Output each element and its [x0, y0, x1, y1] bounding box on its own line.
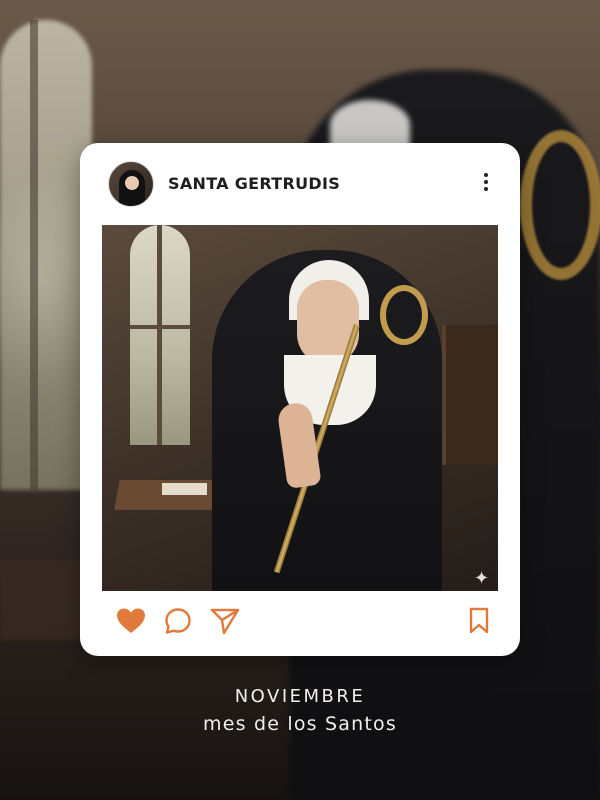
caption: NOVIEMBRE mes de los Santos [0, 684, 600, 738]
background-crozier [520, 130, 600, 280]
bookmark-icon[interactable] [468, 607, 490, 640]
image-crozier-crook [380, 285, 428, 345]
post-image: ✦ [102, 225, 498, 591]
post-username[interactable]: SANTA GERTRUDIS [168, 174, 340, 193]
more-vertical-icon[interactable] [480, 171, 492, 197]
sparkle-icon: ✦ [474, 568, 490, 588]
image-book [162, 483, 207, 495]
comment-icon[interactable] [164, 607, 192, 640]
image-window-bar [157, 225, 162, 445]
avatar[interactable] [108, 161, 154, 207]
post-card: SANTA GERTRUDIS ✦ [80, 143, 520, 656]
avatar-face [125, 176, 139, 190]
image-bookshelf [442, 325, 498, 465]
heart-icon[interactable] [116, 607, 146, 640]
background-window [0, 20, 92, 490]
send-icon[interactable] [210, 607, 240, 640]
background-desk [0, 560, 90, 640]
caption-subtitle: mes de los Santos [203, 713, 397, 735]
image-window-crossbar [130, 325, 190, 329]
background-window-frame [30, 20, 38, 490]
caption-title: NOVIEMBRE [234, 686, 366, 707]
post-header: SANTA GERTRUDIS [80, 143, 520, 225]
post-actions [80, 591, 520, 656]
